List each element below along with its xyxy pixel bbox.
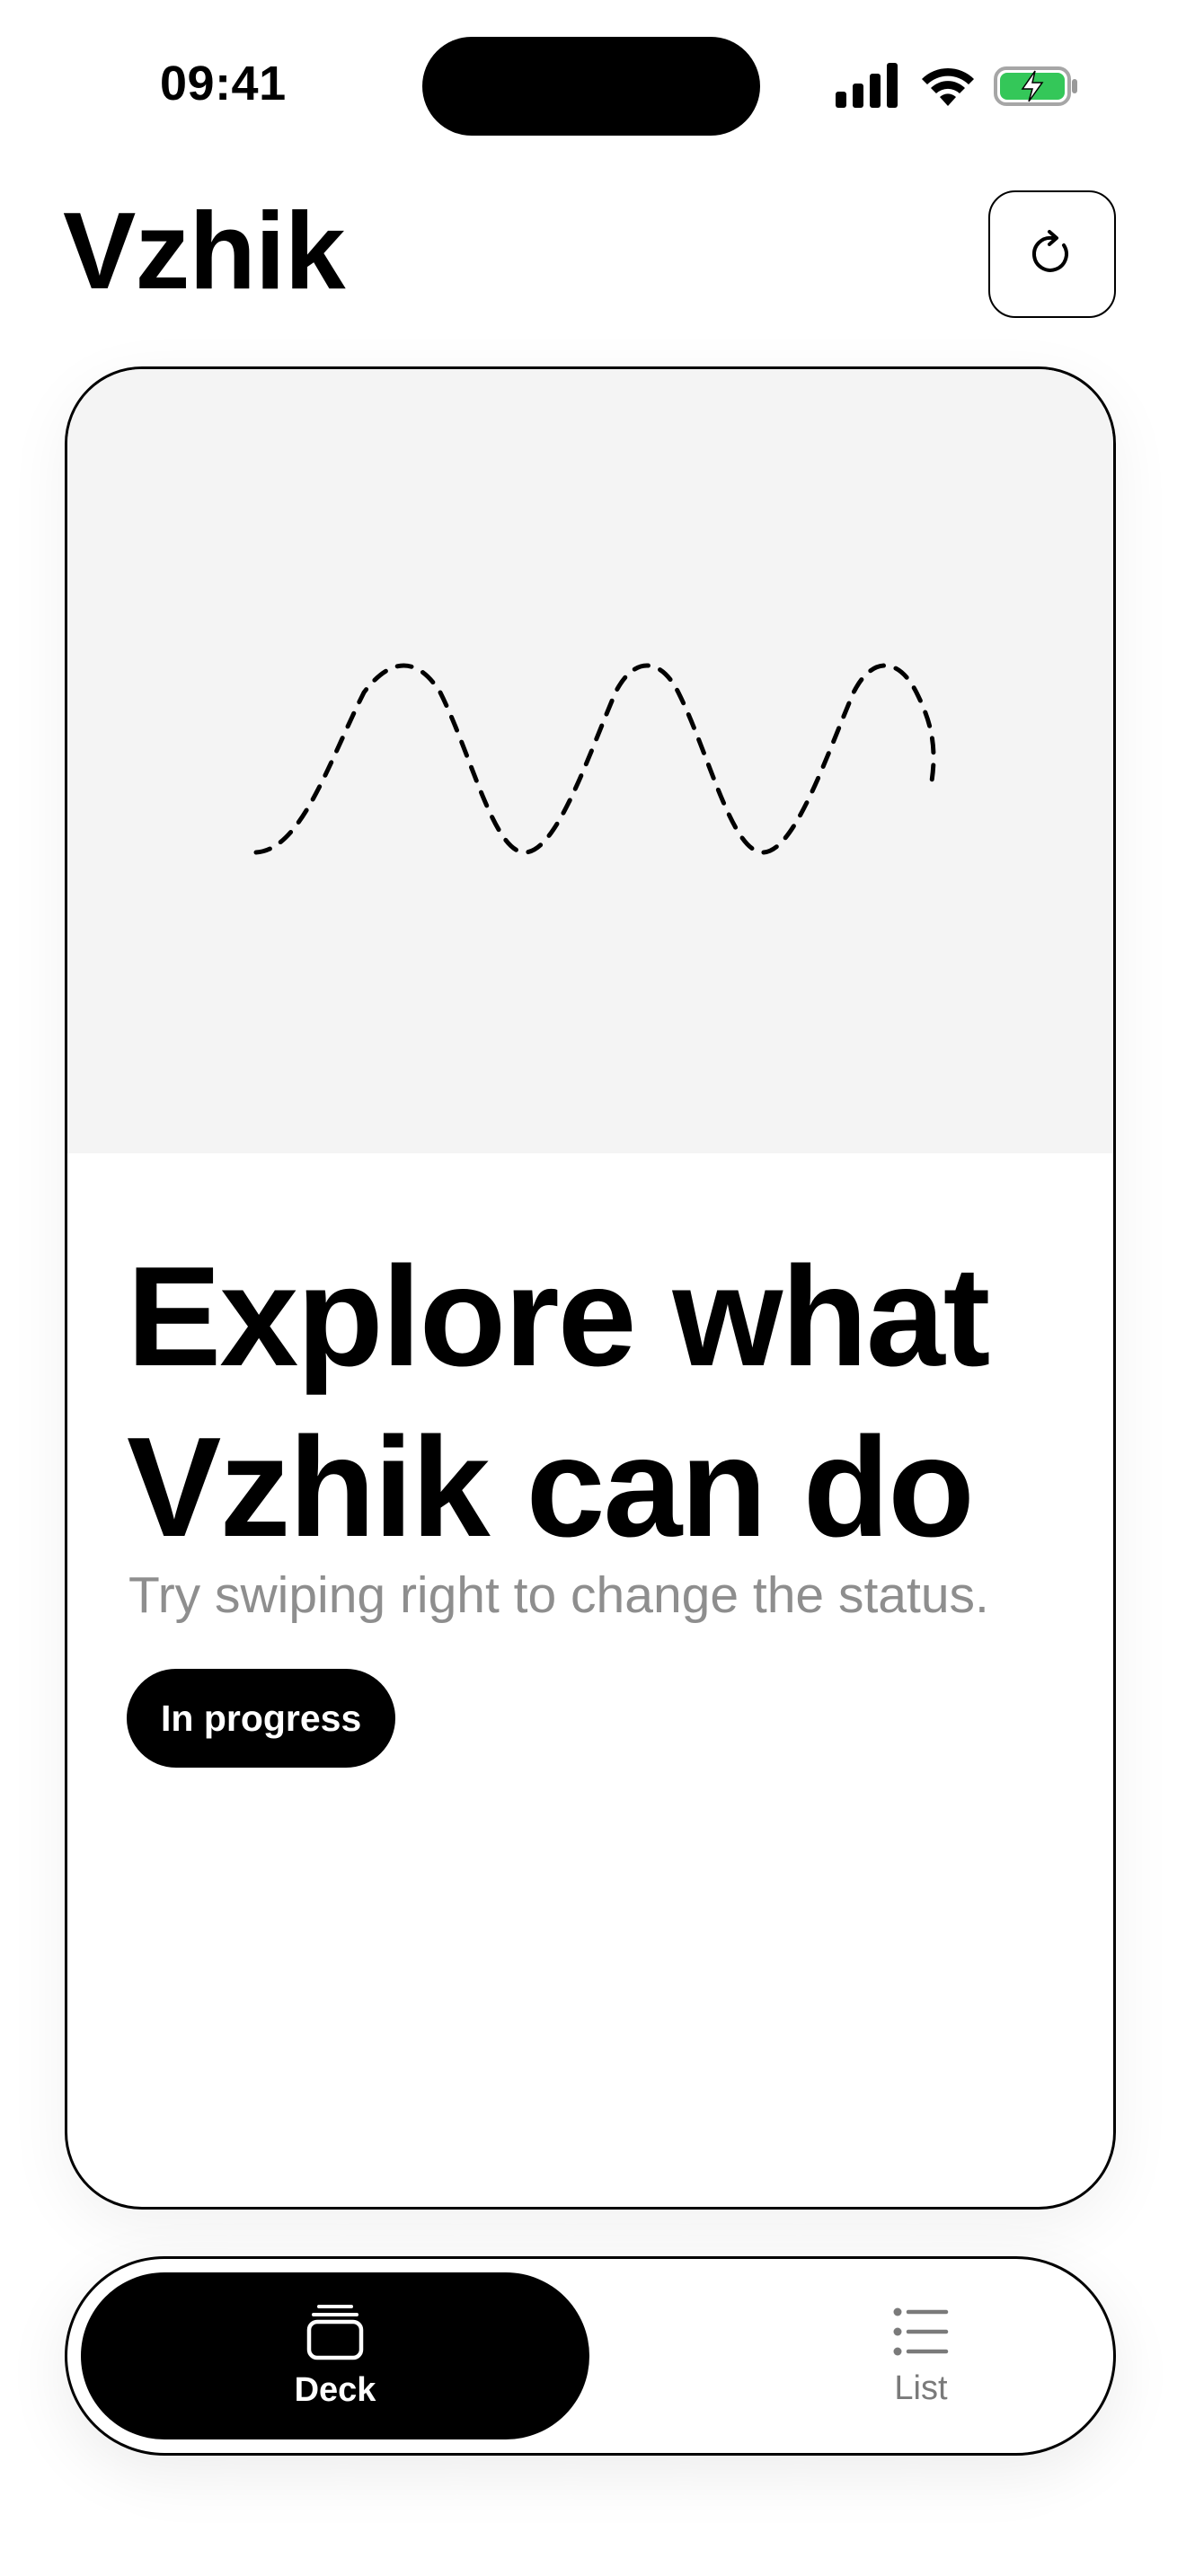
card-subtitle: Try swiping right to change the status.	[128, 1566, 989, 1624]
tab-deck[interactable]: Deck	[81, 2272, 589, 2439]
status-icons	[836, 61, 1078, 111]
app-title: Vzhik	[63, 190, 346, 312]
cellular-signal-icon	[836, 63, 898, 108]
refresh-icon	[1031, 230, 1068, 272]
card-illustration	[67, 369, 1113, 1153]
card-title-line-1: Explore what	[127, 1238, 990, 1396]
card-title: Explore what Vzhik can do	[127, 1231, 1079, 1573]
dynamic-island	[422, 37, 760, 136]
wifi-icon	[922, 67, 974, 106]
status-bar: 09:41	[0, 0, 1186, 171]
refresh-button[interactable]	[988, 190, 1116, 318]
tab-list[interactable]: List	[669, 2272, 1173, 2439]
card-title-line-2: Vzhik can do	[127, 1408, 975, 1566]
tab-deck-label: Deck	[294, 2370, 376, 2409]
list-icon	[893, 2307, 949, 2355]
tab-list-label: List	[894, 2369, 948, 2407]
status-time: 09:41	[160, 57, 287, 110]
deck-card[interactable]: Explore what Vzhik can do Try swiping ri…	[65, 366, 1116, 2210]
dashed-wave-illustration	[253, 663, 936, 855]
tab-bar: Deck List	[65, 2256, 1116, 2456]
status-badge[interactable]: In progress	[127, 1669, 396, 1768]
battery-charging-icon	[994, 66, 1077, 106]
deck-stack-icon	[306, 2304, 364, 2360]
